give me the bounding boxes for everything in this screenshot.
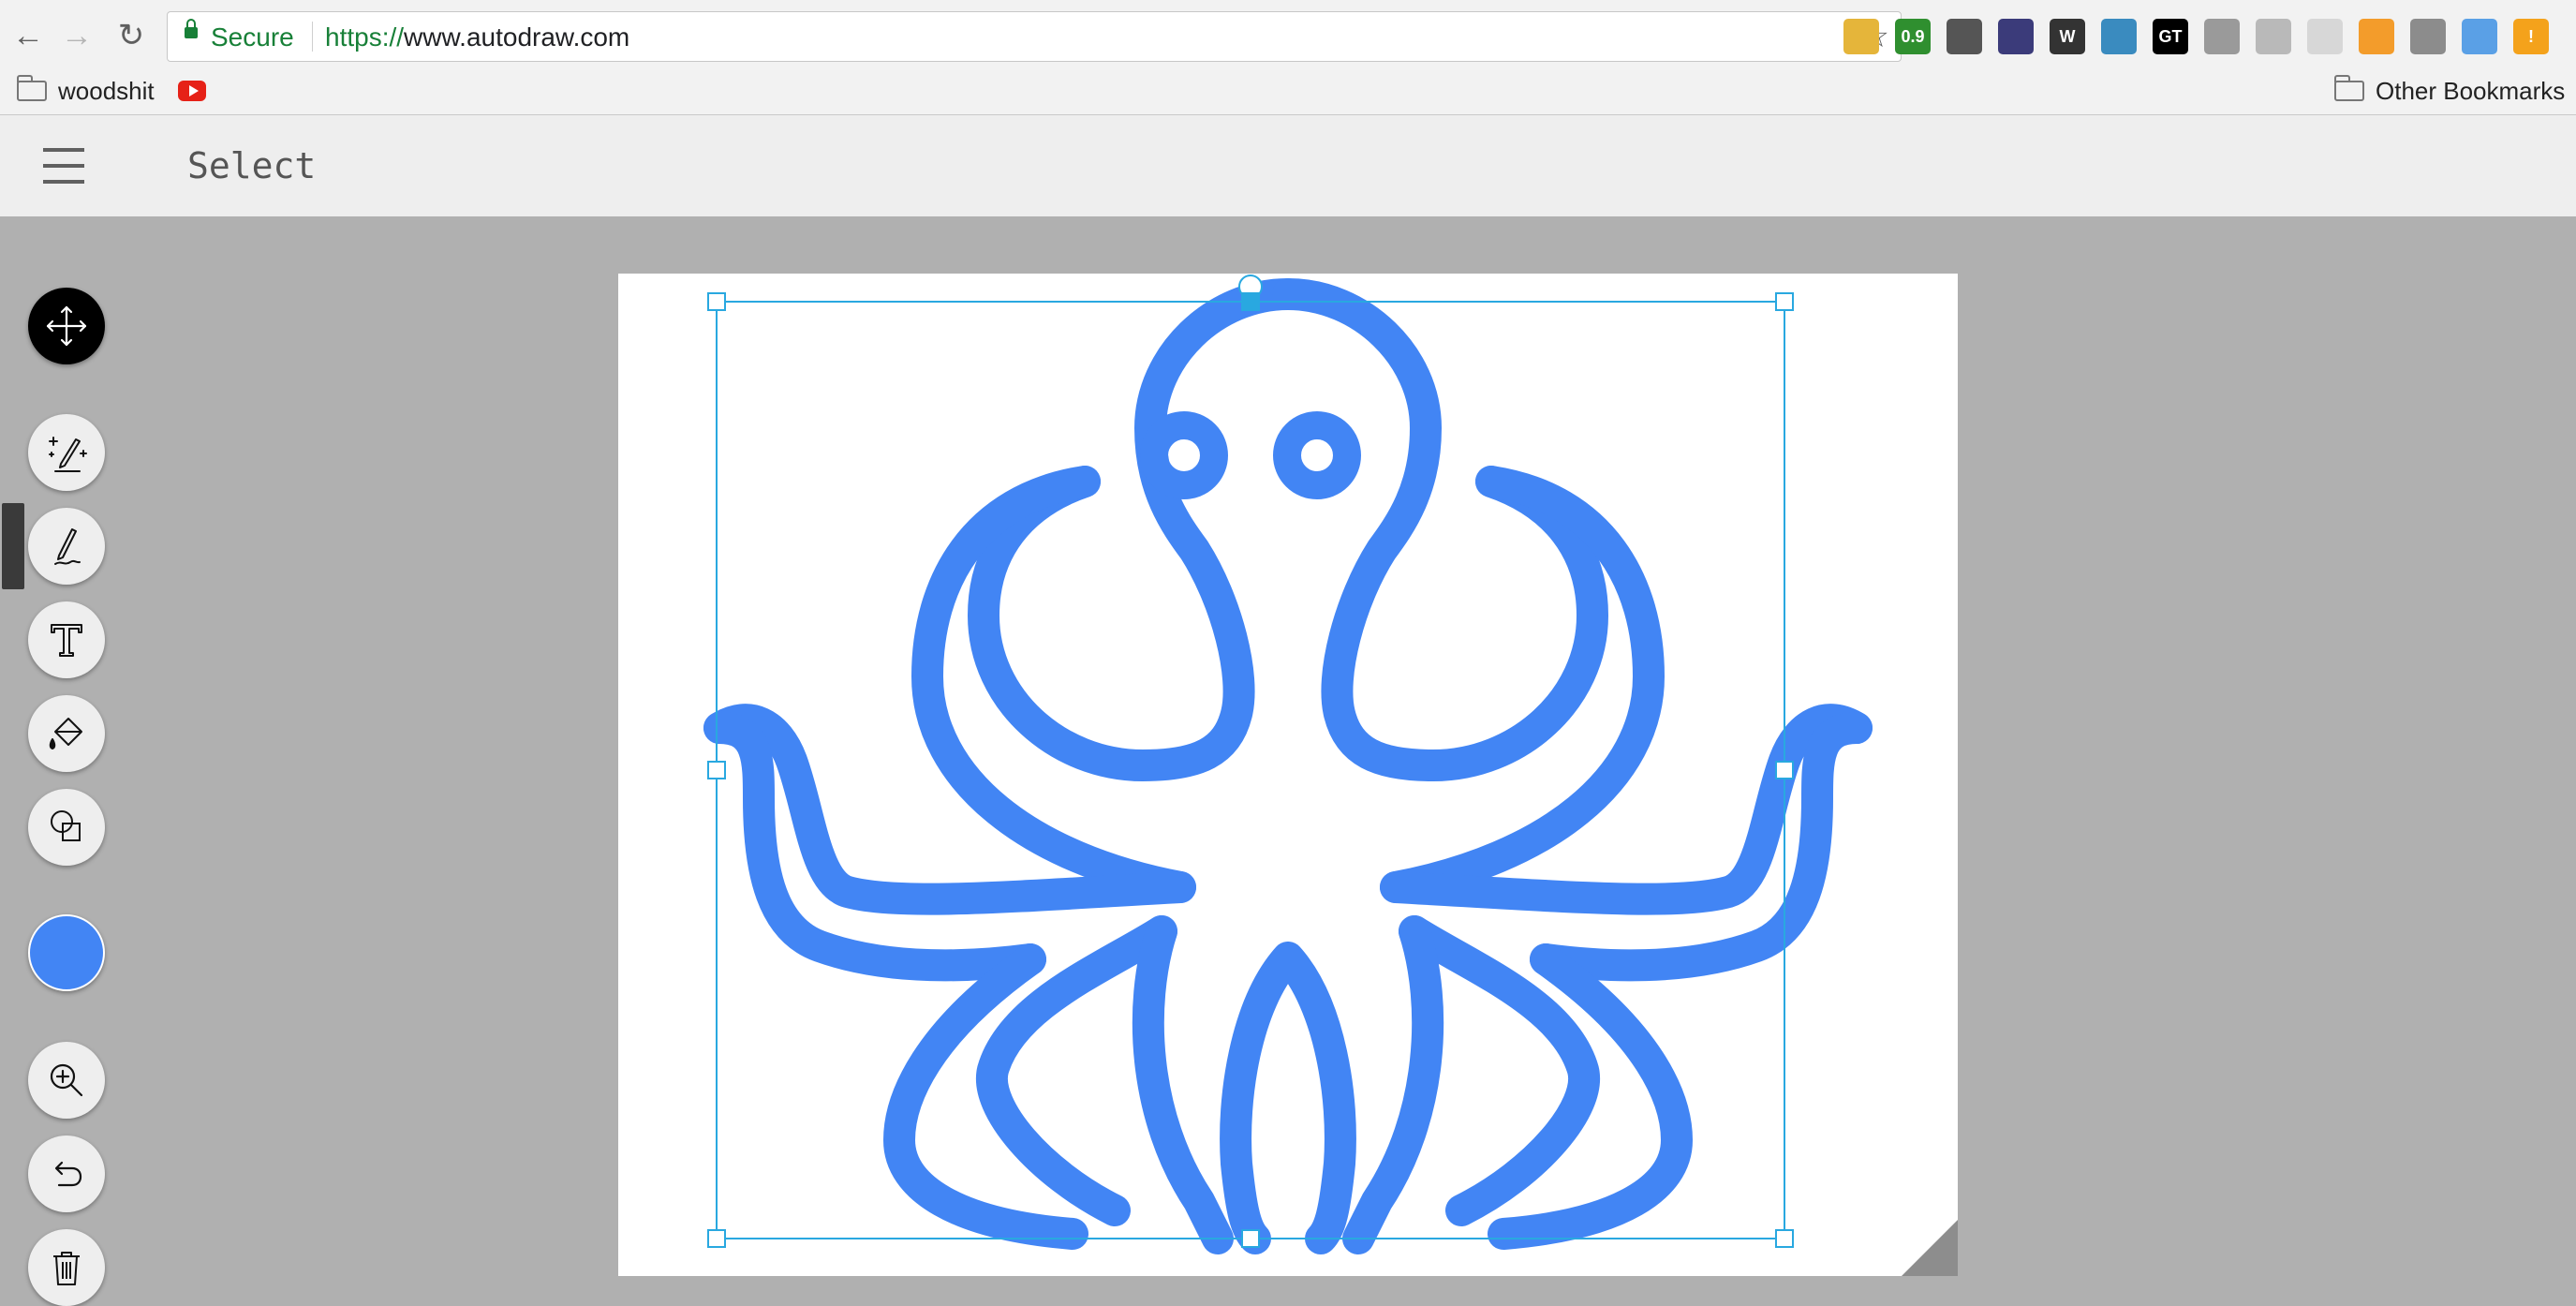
color-picker-swatch[interactable] <box>28 914 105 991</box>
bookmark-youtube[interactable] <box>178 75 206 107</box>
octopus-arm-side-right-lower <box>1530 712 1873 982</box>
browser-chrome: ← → ↻ Secure https://www.autodraw.com ☆ … <box>0 0 2576 115</box>
resize-handle-top-left <box>707 292 726 311</box>
bug-extension-icon[interactable] <box>1947 19 1982 54</box>
shape-tool-button[interactable] <box>28 789 105 866</box>
circle-extension-icon[interactable] <box>2307 19 2343 54</box>
shield-extension-icon[interactable] <box>2410 19 2446 54</box>
zoom-tool-button[interactable] <box>28 1042 105 1119</box>
octopus-arm-upper-right <box>1380 466 1665 903</box>
octopus-arm-upper-left <box>911 466 1196 903</box>
type-tool-button[interactable] <box>28 601 105 678</box>
wappalyzer-extension-icon[interactable]: W <box>2050 19 2085 54</box>
octopus-eye-left <box>1140 411 1228 499</box>
url-scheme: https:// <box>325 22 405 52</box>
resize-handle-top <box>1241 292 1260 311</box>
youtube-icon <box>178 81 206 101</box>
reload-icon[interactable]: ↻ <box>111 15 152 56</box>
autodraw-tool-button[interactable] <box>28 414 105 491</box>
octopus-head <box>968 278 1304 781</box>
toolbar <box>0 216 131 1306</box>
octopus-arm-center-left <box>1132 915 1234 1254</box>
alert-extension-icon[interactable]: ! <box>2513 19 2549 54</box>
octopus-drawing[interactable] <box>618 274 1958 1276</box>
resize-handle-bottom-left <box>707 1229 726 1248</box>
back-icon[interactable]: ← <box>7 15 49 56</box>
lighthouse-extension-icon[interactable] <box>2462 19 2497 54</box>
browser-nav-row: ← → ↻ Secure https://www.autodraw.com ☆ … <box>0 0 2576 71</box>
select-tool-button[interactable] <box>28 288 105 364</box>
pencil-icon <box>54 528 81 565</box>
url-host: www.autodraw.com <box>404 22 630 52</box>
wave-extension-icon[interactable] <box>2101 19 2137 54</box>
undo-icon <box>54 1161 82 1187</box>
magnet-extension-icon[interactable] <box>2204 19 2240 54</box>
mode-title: Select <box>187 145 317 186</box>
octopus-head-right <box>1272 278 1608 781</box>
app-header: Select <box>0 115 2576 216</box>
scrollbar-track[interactable] <box>2550 216 2576 1284</box>
url-separator <box>312 22 313 52</box>
drawing-canvas[interactable] <box>618 274 1958 1276</box>
other-bookmarks-label: Other Bookmarks <box>2376 76 2566 105</box>
address-bar[interactable]: Secure https://www.autodraw.com ☆ <box>167 11 1902 62</box>
columns-extension-icon[interactable] <box>2256 19 2291 54</box>
secure-label: Secure <box>211 22 294 52</box>
resize-handle-top-right <box>1775 292 1794 311</box>
pagespeed-extension-icon[interactable]: 0.9 <box>1895 19 1931 54</box>
chart-extension-icon[interactable] <box>2359 19 2394 54</box>
text-t-icon <box>51 624 82 657</box>
bookmark-woodshit[interactable]: woodshit <box>17 75 155 107</box>
lock-icon <box>185 19 198 38</box>
bookmark-label: woodshit <box>58 76 155 105</box>
octopus-eye-right <box>1273 411 1361 499</box>
folder-icon <box>2334 75 2364 101</box>
extensions-bar: 0.9 W GT! <box>1843 19 2549 54</box>
resize-handle-bottom <box>1241 1229 1260 1248</box>
shapes-icon <box>51 810 81 841</box>
paint-bucket-icon <box>49 718 82 749</box>
zoom-in-icon <box>50 1063 83 1097</box>
page-corner-fold <box>1902 1220 1958 1276</box>
resize-handle-bottom-right <box>1775 1229 1794 1248</box>
octopus-arm-side-left-lower <box>703 712 1046 982</box>
delete-tool-button[interactable] <box>28 1229 105 1306</box>
octopus-arm-center <box>1220 942 1356 1254</box>
draw-tool-button[interactable] <box>28 508 105 585</box>
ruler-extension-icon[interactable] <box>1843 19 1879 54</box>
resize-handle-right <box>1775 761 1794 779</box>
meter-extension-icon[interactable] <box>1998 19 2034 54</box>
other-bookmarks[interactable]: Other Bookmarks <box>2334 75 2565 107</box>
move-arrows-icon <box>46 305 87 347</box>
scrollbar-thumb[interactable] <box>2 503 24 589</box>
bookmarks-bar: woodshit Other Bookmarks <box>0 71 2576 114</box>
forward-icon[interactable]: → <box>56 15 97 56</box>
octopus-arm-center-right <box>1342 915 1444 1254</box>
url-text[interactable]: https://www.autodraw.com <box>325 22 629 52</box>
sparkle-pencil-icon <box>49 437 87 472</box>
hamburger-menu-icon[interactable] <box>43 148 84 184</box>
trash-icon <box>53 1252 80 1285</box>
gtmetrix-extension-icon[interactable]: GT <box>2153 19 2188 54</box>
resize-handle-left <box>707 761 726 779</box>
folder-icon <box>17 75 47 101</box>
undo-tool-button[interactable] <box>28 1135 105 1212</box>
fill-tool-button[interactable] <box>28 695 105 772</box>
